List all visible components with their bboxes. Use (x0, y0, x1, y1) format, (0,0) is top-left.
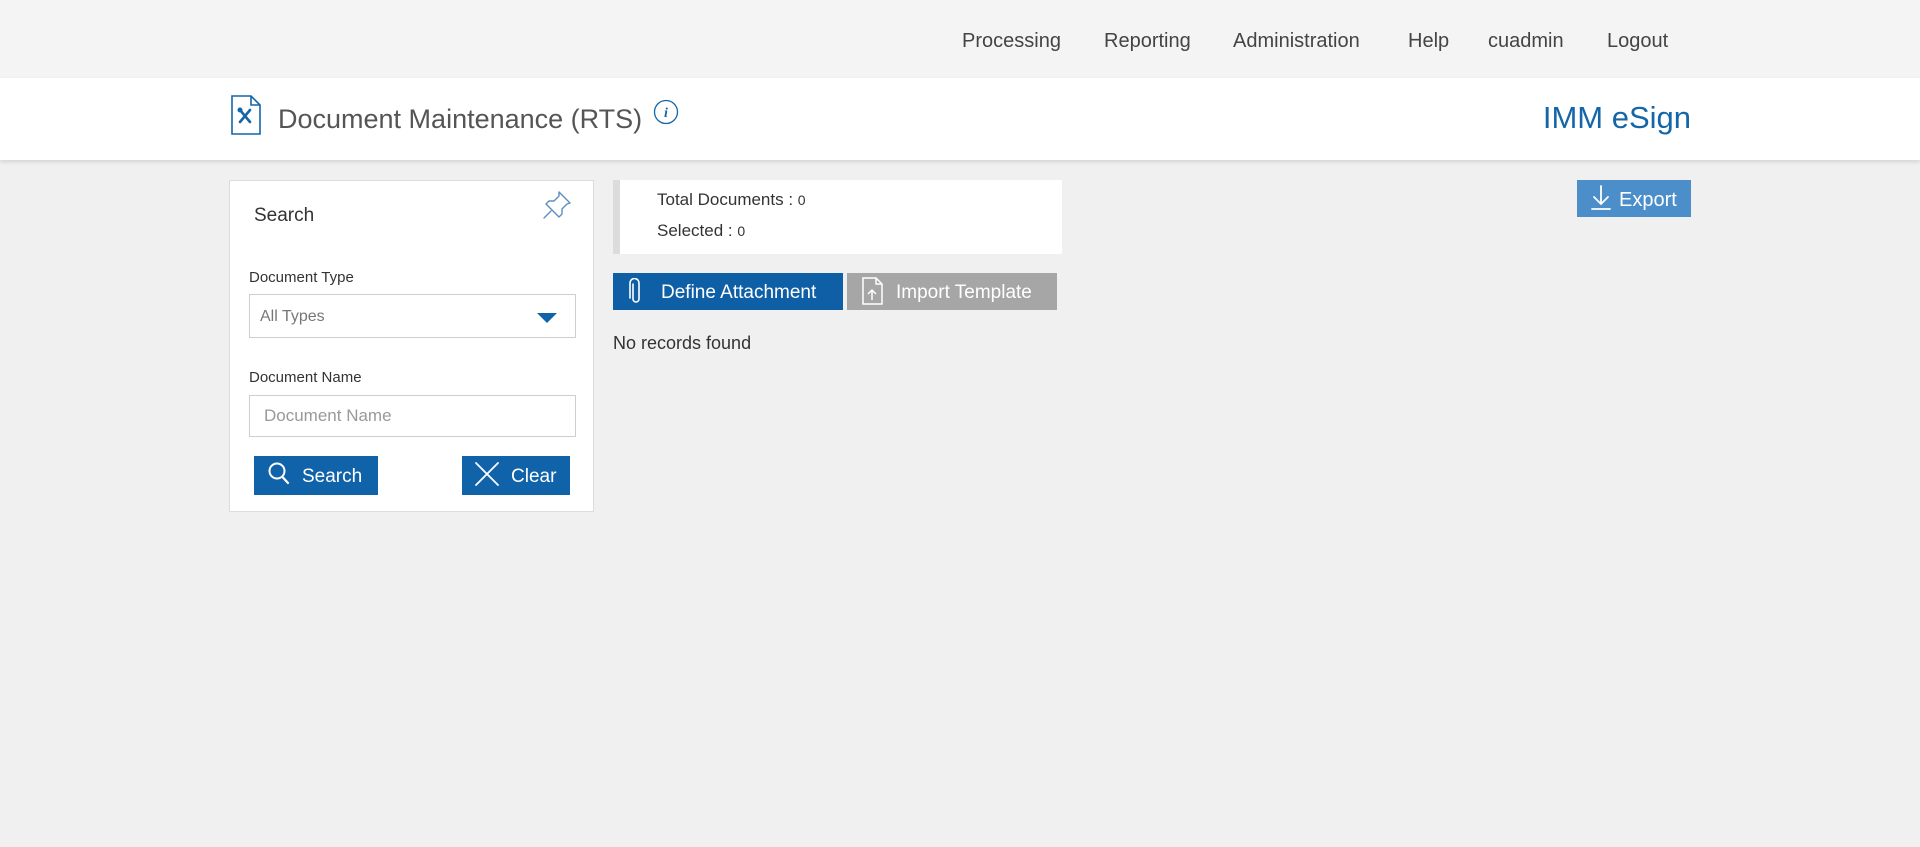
total-documents-label: Total Documents : (657, 190, 798, 209)
page-title: Document Maintenance (RTS) (278, 104, 643, 134)
clear-button-label: Clear (511, 466, 557, 487)
nav-administration[interactable]: Administration (1233, 30, 1360, 53)
paperclip-icon (629, 278, 640, 303)
search-button[interactable]: Search (254, 456, 378, 495)
clear-button[interactable]: Clear (462, 456, 570, 495)
chevron-down-icon (537, 313, 557, 323)
selected-label: Selected : (657, 221, 738, 240)
nav-logout[interactable]: Logout (1607, 30, 1668, 53)
document-type-value: All Types (260, 308, 325, 325)
search-panel: Search Document Type All Types Document … (229, 180, 594, 512)
selected-count: 0 (737, 223, 746, 239)
download-icon (1591, 185, 1611, 210)
nav-processing[interactable]: Processing (962, 30, 1061, 53)
export-label: Export (1619, 189, 1677, 211)
nav-help[interactable]: Help (1408, 30, 1449, 53)
nav-reporting[interactable]: Reporting (1104, 30, 1191, 53)
selected-documents: Selected : 0 (657, 221, 745, 241)
export-button[interactable]: Export (1577, 180, 1691, 217)
info-icon[interactable]: i (653, 99, 679, 125)
define-attachment-label: Define Attachment (661, 282, 817, 303)
total-documents: Total Documents : 0 (657, 190, 806, 210)
empty-results-message: No records found (613, 333, 752, 353)
nav-user[interactable]: cuadmin (1488, 30, 1564, 53)
document-name-label: Document Name (249, 369, 362, 386)
document-type-label: Document Type (249, 269, 354, 286)
search-panel-title: Search (254, 205, 315, 226)
document-tools-icon (231, 95, 261, 135)
total-documents-count: 0 (797, 192, 806, 208)
import-template-label: Import Template (896, 282, 1032, 303)
top-nav: Processing Reporting Administration Help… (0, 0, 1920, 78)
document-name-input[interactable] (249, 395, 576, 437)
define-attachment-button[interactable]: Define Attachment (613, 273, 843, 310)
search-button-label: Search (302, 466, 363, 487)
summary-box: Total Documents : 0 Selected : 0 (613, 180, 1062, 254)
search-icon (268, 462, 290, 485)
import-template-button[interactable]: Import Template (847, 273, 1057, 310)
document-type-select[interactable]: All Types (249, 294, 576, 338)
brand-name: IMM eSign (1542, 100, 1691, 135)
pin-icon[interactable] (541, 189, 573, 221)
file-upload-icon (862, 277, 883, 305)
close-icon (475, 462, 499, 486)
svg-text:i: i (664, 106, 668, 121)
